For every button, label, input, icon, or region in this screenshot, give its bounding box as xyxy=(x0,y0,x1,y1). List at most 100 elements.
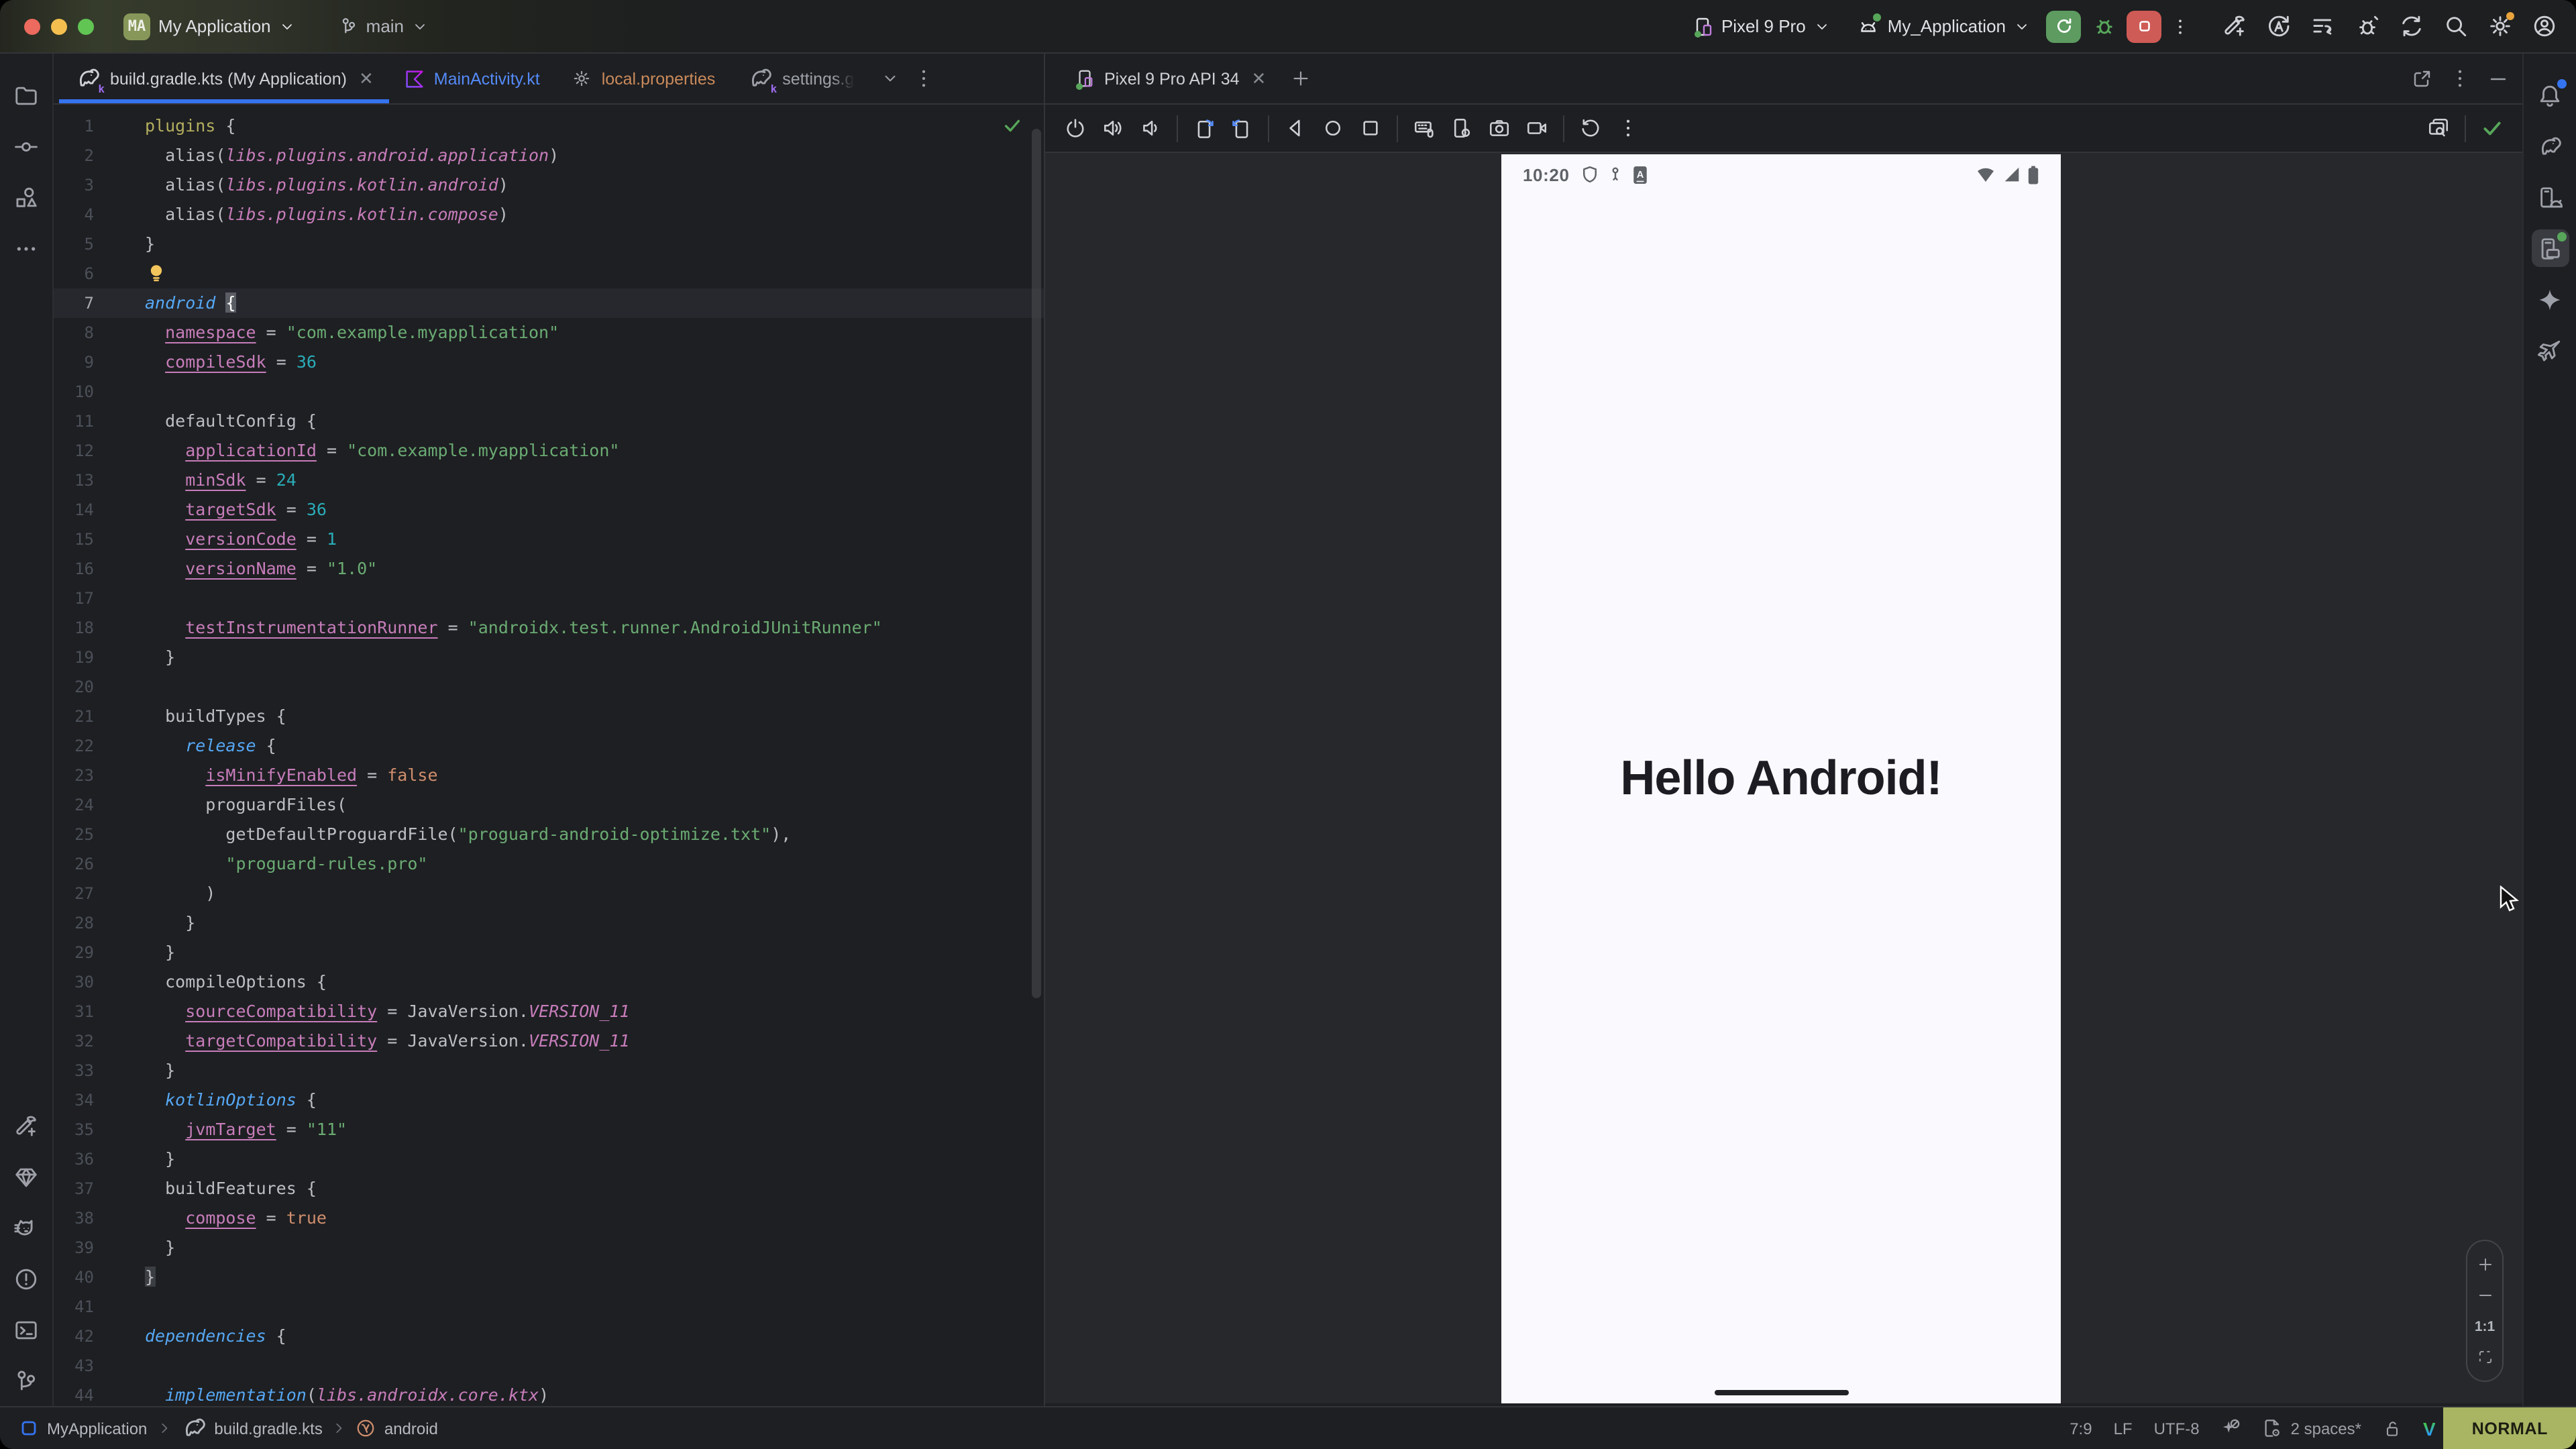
code-line-31[interactable]: 31 sourceCompatibility = JavaVersion.VER… xyxy=(54,997,1044,1026)
editor-tab-local.properties[interactable]: local.properties xyxy=(556,54,732,103)
update-arrows-icon[interactable] xyxy=(2395,10,2427,42)
debug-button[interactable] xyxy=(2086,10,2121,42)
code-line-18[interactable]: 18 testInstrumentationRunner = "androidx… xyxy=(54,613,1044,643)
unlocked-icon[interactable] xyxy=(2383,1419,2402,1438)
code-line-43[interactable]: 43 xyxy=(54,1351,1044,1381)
more-tools-icon[interactable] xyxy=(7,229,45,267)
code-line-33[interactable]: 33 } xyxy=(54,1056,1044,1085)
code-line-7[interactable]: 7android { xyxy=(54,288,1044,318)
more-run-actions-icon[interactable] xyxy=(2167,10,2194,42)
profiler-icon[interactable] xyxy=(2306,10,2339,42)
logcat-cat-icon[interactable] xyxy=(7,1209,45,1246)
indent-widget[interactable]: 2 spaces* xyxy=(2263,1418,2361,1438)
structure-icon[interactable] xyxy=(7,178,45,216)
code-line-10[interactable]: 10 xyxy=(54,377,1044,407)
breadcrumb-item-android[interactable]: android xyxy=(356,1418,438,1438)
project-widget[interactable]: MA My Application xyxy=(113,7,306,45)
screenshot-camera-icon[interactable] xyxy=(1488,117,1511,140)
code-line-22[interactable]: 22 release { xyxy=(54,731,1044,761)
code-line-3[interactable]: 3 alias(libs.plugins.kotlin.android) xyxy=(54,170,1044,200)
code-line-37[interactable]: 37 buildFeatures { xyxy=(54,1174,1044,1203)
device-manager-icon[interactable] xyxy=(2531,178,2569,216)
code-line-38[interactable]: 38 compose = true xyxy=(54,1203,1044,1233)
build-hammer-icon[interactable] xyxy=(2218,10,2250,42)
gesture-navigation-bar[interactable] xyxy=(1714,1390,1848,1395)
code-line-40[interactable]: 40} xyxy=(54,1263,1044,1292)
code-line-1[interactable]: 1plugins { xyxy=(54,111,1044,141)
device-settings-icon[interactable] xyxy=(1450,117,1473,140)
ai-assistant-disabled-icon[interactable] xyxy=(2221,1418,2241,1438)
project-folder-icon[interactable] xyxy=(7,76,45,114)
code-line-41[interactable]: 41 xyxy=(54,1292,1044,1322)
zoom-1-1-button[interactable]: 1:1 xyxy=(2475,1319,2495,1335)
running-devices-icon[interactable] xyxy=(2531,229,2569,267)
code-editor[interactable]: 1plugins {2 alias(libs.plugins.android.a… xyxy=(54,105,1044,1405)
inspections-ok-icon[interactable] xyxy=(1002,115,1022,136)
code-line-36[interactable]: 36 } xyxy=(54,1144,1044,1174)
app-insights-gem-icon[interactable] xyxy=(7,1158,45,1195)
minimize-window-button[interactable] xyxy=(51,18,67,34)
snapshot-compare-icon[interactable] xyxy=(2427,117,2450,140)
code-line-16[interactable]: 16 versionName = "1.0" xyxy=(54,554,1044,584)
code-line-32[interactable]: 32 targetCompatibility = JavaVersion.VER… xyxy=(54,1026,1044,1056)
problems-icon[interactable] xyxy=(7,1260,45,1297)
build-hammer-icon[interactable] xyxy=(7,1107,45,1144)
zoom-fit-icon[interactable] xyxy=(2476,1349,2493,1366)
emulator-screen[interactable]: 10:20 A Hello Android! xyxy=(1501,154,2061,1403)
code-line-27[interactable]: 27 ) xyxy=(54,879,1044,908)
close-window-button[interactable] xyxy=(24,18,40,34)
gemini-spark-icon[interactable] xyxy=(2531,280,2569,318)
code-line-6[interactable]: 6 xyxy=(54,259,1044,288)
code-line-21[interactable]: 21 buildTypes { xyxy=(54,702,1044,731)
check-green-icon[interactable] xyxy=(2481,117,2504,140)
gradle-elephant-icon[interactable] xyxy=(2531,127,2569,165)
code-line-13[interactable]: 13 minSdk = 24 xyxy=(54,466,1044,495)
code-line-12[interactable]: 12 applicationId = "com.example.myapplic… xyxy=(54,436,1044,466)
breadcrumb-item-myapplication[interactable]: MyApplication xyxy=(19,1418,147,1438)
nav-back-icon[interactable] xyxy=(1284,117,1307,140)
zoom-in-icon[interactable] xyxy=(2476,1255,2493,1273)
attach-debugger-icon[interactable] xyxy=(2351,10,2383,42)
kebab-icon[interactable] xyxy=(2449,67,2471,90)
power-icon[interactable] xyxy=(1064,117,1087,140)
code-line-4[interactable]: 4 alias(libs.plugins.kotlin.compose) xyxy=(54,200,1044,229)
nav-recents-icon[interactable] xyxy=(1359,117,1382,140)
keyboard-icon[interactable] xyxy=(1413,117,1436,140)
code-line-25[interactable]: 25 getDefaultProguardFile("proguard-andr… xyxy=(54,820,1044,849)
travel-plane-icon[interactable] xyxy=(2531,331,2569,369)
open-new-window-icon[interactable] xyxy=(2411,68,2432,89)
chevron-down-icon[interactable] xyxy=(881,70,898,87)
code-line-15[interactable]: 15 versionCode = 1 xyxy=(54,525,1044,554)
settings-gear-icon[interactable] xyxy=(2483,10,2516,42)
code-line-34[interactable]: 34 kotlinOptions { xyxy=(54,1085,1044,1115)
code-line-23[interactable]: 23 isMinifyEnabled = false xyxy=(54,761,1044,790)
device-tab[interactable]: Pixel 9 Pro API 34 ✕ xyxy=(1059,53,1282,104)
stop-button[interactable] xyxy=(2127,10,2161,42)
code-line-28[interactable]: 28 } xyxy=(54,908,1044,938)
version-control-icon[interactable] xyxy=(7,1362,45,1399)
volume-up-icon[interactable] xyxy=(1102,117,1124,140)
code-line-14[interactable]: 14 targetSdk = 36 xyxy=(54,495,1044,525)
code-line-9[interactable]: 9 compileSdk = 36 xyxy=(54,347,1044,377)
volume-down-icon[interactable] xyxy=(1139,117,1162,140)
editor-scrollbar[interactable] xyxy=(1032,129,1041,998)
device-selector[interactable]: Pixel 9 Pro xyxy=(1681,10,1841,42)
vim-plugin-icon[interactable]: V xyxy=(2423,1417,2436,1439)
file-encoding[interactable]: UTF-8 xyxy=(2154,1419,2200,1438)
code-line-17[interactable]: 17 xyxy=(54,584,1044,613)
zoom-out-icon[interactable] xyxy=(2476,1287,2493,1304)
code-line-44[interactable]: 44 implementation(libs.androidx.core.ktx… xyxy=(54,1381,1044,1405)
code-line-42[interactable]: 42dependencies { xyxy=(54,1322,1044,1351)
profile-avatar-icon[interactable] xyxy=(2528,10,2560,42)
new-device-tab-icon[interactable] xyxy=(1290,68,1310,89)
commit-icon[interactable] xyxy=(7,127,45,165)
close-tab-icon[interactable]: ✕ xyxy=(359,68,374,89)
screen-record-icon[interactable] xyxy=(1525,117,1548,140)
kebab-icon[interactable] xyxy=(1617,117,1640,140)
rotate-left-icon[interactable] xyxy=(1193,117,1216,140)
search-icon[interactable] xyxy=(2439,10,2471,42)
code-line-39[interactable]: 39 } xyxy=(54,1233,1044,1263)
intention-bulb-icon[interactable] xyxy=(148,263,165,284)
zoom-window-button[interactable] xyxy=(78,18,94,34)
code-line-35[interactable]: 35 jvmTarget = "11" xyxy=(54,1115,1044,1144)
